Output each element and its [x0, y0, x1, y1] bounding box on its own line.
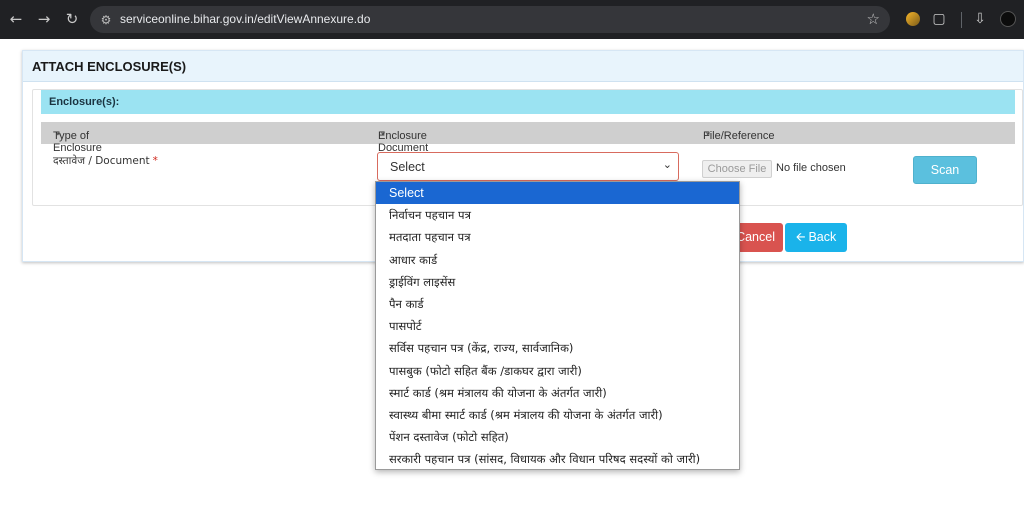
file-status: No file chosen — [776, 162, 846, 174]
extension-icon[interactable] — [906, 12, 920, 26]
dropdown-option[interactable]: आधार कार्ड — [376, 249, 739, 271]
dropdown-option[interactable]: ड्राईविंग लाइसेंस — [376, 271, 739, 293]
section-header: Enclosure(s): — [41, 90, 1015, 114]
address-bar[interactable]: ⚙ serviceonline.bihar.gov.in/editViewAnn… — [90, 6, 890, 33]
cancel-button[interactable]: Cancel — [733, 223, 783, 252]
chevron-down-icon: ⌄ — [662, 158, 672, 171]
panel-header: ATTACH ENCLOSURE(S) — [23, 51, 1023, 82]
url-text[interactable]: serviceonline.bihar.gov.in/editViewAnnex… — [120, 12, 370, 26]
page-title: ATTACH ENCLOSURE(S) — [32, 59, 187, 74]
site-info-icon[interactable]: ⚙ — [98, 12, 114, 28]
document-dropdown-list[interactable]: Select निर्वाचन पहचान पत्र मतदाता पहचान पत… — [375, 181, 740, 470]
choose-file-button[interactable]: Choose File — [702, 160, 772, 178]
dropdown-option[interactable]: स्वास्थ्य बीमा स्मार्ट कार्ड (श्रम मंत्र… — [376, 404, 739, 426]
row-label: दस्तावेज / Document * — [53, 155, 158, 167]
browser-toolbar: ← → ↻ ⚙ serviceonline.bihar.gov.in/editV… — [0, 0, 1024, 39]
arrow-left-icon: 🡨 — [795, 230, 806, 244]
profile-avatar[interactable] — [1000, 11, 1016, 27]
dropdown-option[interactable]: पासबुक (फोटो सहित बैंक /डाकघर द्वारा जार… — [376, 360, 739, 382]
dropdown-option[interactable]: Select — [376, 182, 739, 204]
back-button[interactable]: 🡨 Back — [785, 223, 847, 252]
dropdown-option[interactable]: सर्विस पहचान पत्र (केंद्र, राज्य, सार्वज… — [376, 337, 739, 359]
dropdown-option[interactable]: निर्वाचन पहचान पत्र — [376, 204, 739, 226]
enclosure-document-select[interactable]: Select ⌄ — [377, 152, 679, 181]
toolbar-divider — [961, 12, 962, 28]
back-arrow-icon[interactable]: ← — [6, 9, 26, 29]
forward-arrow-icon[interactable]: → — [34, 9, 54, 29]
download-icon[interactable]: ⇩ — [970, 9, 990, 29]
section-title: Enclosure(s): — [49, 96, 120, 108]
table-header: Type of Enclosure * Enclosure Document * F… — [41, 122, 1015, 154]
bookmark-star-icon[interactable]: ☆ — [867, 10, 880, 28]
reload-icon[interactable]: ↻ — [62, 9, 82, 29]
select-value: Select — [390, 160, 425, 174]
scan-button[interactable]: Scan — [913, 156, 977, 184]
extensions-puzzle-icon[interactable]: ▢ — [929, 9, 949, 29]
dropdown-option[interactable]: पेंशन दस्तावेज (फोटो सहित) — [376, 426, 739, 448]
dropdown-option[interactable]: पैन कार्ड — [376, 293, 739, 315]
dropdown-option[interactable]: सरकारी पहचान पत्र (सांसद, विधायक और विधा… — [376, 448, 739, 470]
dropdown-option[interactable]: पासपोर्ट — [376, 315, 739, 337]
dropdown-option[interactable]: मतदाता पहचान पत्र — [376, 226, 739, 248]
dropdown-option[interactable]: स्मार्ट कार्ड (श्रम मंत्रालय की योजना के… — [376, 382, 739, 404]
